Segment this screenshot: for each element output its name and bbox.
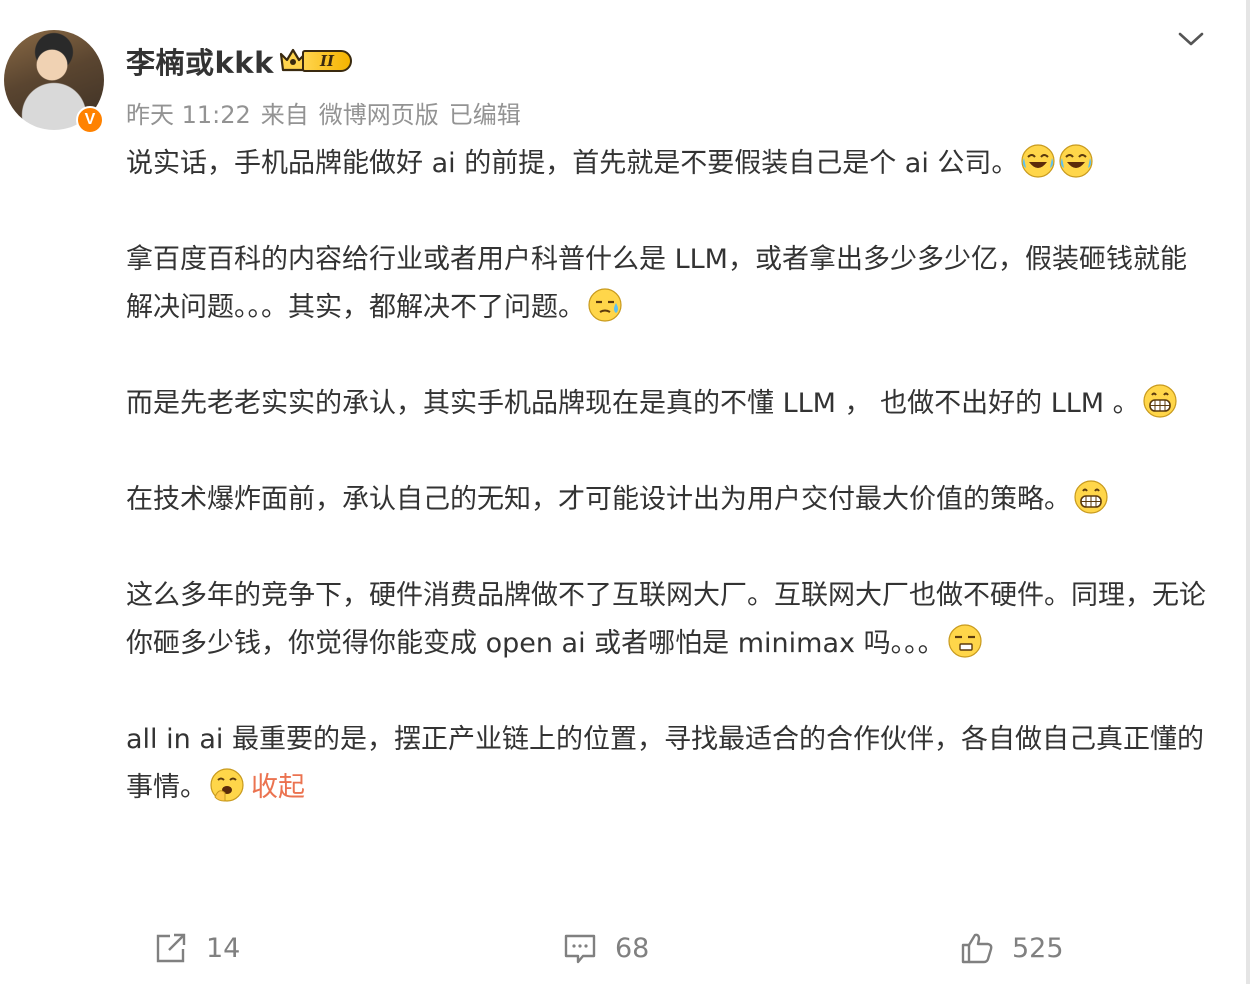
shush-emoji — [210, 768, 244, 802]
post-meta: 昨天 11:22 来自 微博网页版 已编辑 — [126, 95, 531, 130]
paragraph: 而是先老老实实的承认，其实手机品牌现在是真的不懂 LLM ， 也做不出好的 LL… — [126, 380, 1211, 428]
comment-button[interactable]: 68 — [563, 931, 649, 965]
paragraph: 拿百度百科的内容给行业或者用户科普什么是 LLM，或者拿出多少多少亿，假装砸钱就… — [126, 236, 1211, 332]
grin-emoji — [1143, 384, 1177, 418]
repost-icon — [156, 933, 186, 963]
source-prefix: 来自 — [260, 101, 309, 129]
paragraph-text: 说实话，手机品牌能做好 ai 的前提，首先就是不要假装自己是个 ai 公司。 — [126, 148, 1019, 179]
like-icon — [961, 933, 993, 964]
repost-button[interactable]: 14 — [154, 931, 240, 965]
paragraph-text: 这么多年的竞争下，硬件消费品牌做不了互联网大厂。互联网大厂也做不硬件。同理，无论… — [126, 580, 1206, 659]
level-label: II — [302, 50, 352, 72]
post-content: 说实话，手机品牌能做好 ai 的前提，首先就是不要假装自己是个 ai 公司。 拿… — [126, 140, 1211, 812]
post-source[interactable]: 微博网页版 — [319, 101, 439, 129]
action-bar: 14 68 525 — [0, 925, 1250, 975]
laughing-tears-emoji — [1021, 144, 1056, 178]
like-button[interactable]: 525 — [960, 931, 1064, 965]
sweat-emoji — [588, 288, 622, 322]
laughing-tears-emoji — [1059, 144, 1094, 178]
smirk-emoji — [947, 624, 982, 658]
scroll-edge — [1246, 0, 1250, 984]
verified-badge: V — [76, 106, 104, 134]
paragraph: 说实话，手机品牌能做好 ai 的前提，首先就是不要假装自己是个 ai 公司。 — [126, 140, 1211, 188]
paragraph: 这么多年的竞争下，硬件消费品牌做不了互联网大厂。互联网大厂也做不硬件。同理，无论… — [126, 572, 1211, 668]
paragraph-text: 在技术爆炸面前，承认自己的无知，才可能设计出为用户交付最大价值的策略。 — [126, 484, 1071, 515]
comment-icon — [564, 934, 596, 964]
like-count: 525 — [1012, 932, 1064, 964]
paragraph: all in ai 最重要的是，摆正产业链上的位置，寻找最适合的合作伙伴，各自做… — [126, 716, 1211, 812]
chevron-down-icon[interactable] — [1176, 28, 1206, 50]
paragraph: 在技术爆炸面前，承认自己的无知，才可能设计出为用户交付最大价值的策略。 — [126, 476, 1211, 524]
post-time[interactable]: 昨天 11:22 — [126, 101, 251, 129]
collapse-link[interactable]: 收起 — [251, 772, 305, 803]
repost-count: 14 — [206, 932, 241, 964]
author-name[interactable]: 李楠或kkk — [126, 40, 274, 82]
grin-emoji — [1074, 480, 1108, 514]
paragraph-text: 而是先老老实实的承认，其实手机品牌现在是真的不懂 LLM ， 也做不出好的 LL… — [126, 388, 1140, 419]
paragraph-text: 拿百度百科的内容给行业或者用户科普什么是 LLM，或者拿出多少多少亿，假装砸钱就… — [126, 244, 1187, 323]
level-badge[interactable]: II — [278, 46, 354, 74]
comment-count: 68 — [615, 932, 650, 964]
edited-label[interactable]: 已编辑 — [449, 101, 521, 129]
